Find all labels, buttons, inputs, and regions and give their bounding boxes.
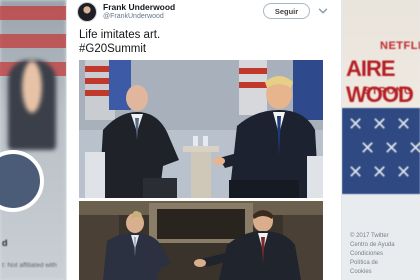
background-flag-stripe xyxy=(0,6,66,20)
background-flag-stripe xyxy=(0,34,66,48)
background-flag-canton: ✕ ✕ ✕ ✕ ✕ ✕ ✕ ✕ ✕ xyxy=(342,108,420,194)
footer-link: Política de xyxy=(350,260,379,266)
banner-tagline: STRONG xyxy=(364,86,413,97)
tweet-text-line: Life imitates art. xyxy=(79,29,161,41)
background-profile-name: d xyxy=(2,238,8,248)
banner-brand: NETFLIX xyxy=(380,40,420,52)
footer-link: © 2017 Twitter xyxy=(350,233,389,239)
tweet-photo-scene[interactable] xyxy=(79,201,323,280)
chevron-down-icon[interactable] xyxy=(318,6,328,16)
author-handle[interactable]: @FrankUnderwood xyxy=(103,13,164,20)
tweet-card: Frank Underwood @FrankUnderwood Seguir L… xyxy=(66,0,342,280)
background-profile-image xyxy=(8,60,56,150)
author-avatar[interactable] xyxy=(77,2,97,22)
tweet-header: Frank Underwood @FrankUnderwood Seguir xyxy=(67,0,343,26)
twitter-page: d t: Not affiliated with NETFLIX AIRE WO… xyxy=(0,0,420,280)
footer-link: Cookies xyxy=(350,269,372,275)
tweet-photo-summit[interactable] xyxy=(79,60,323,198)
footer-link: Centro de Ayuda xyxy=(350,242,395,248)
banner-title: AIRE WOOD xyxy=(346,56,414,107)
background-footer-links: © 2017 Twitter Centro de Ayuda Condicion… xyxy=(350,232,395,277)
tweet-text: Life imitates art. #G20Summit xyxy=(79,28,329,56)
follow-button[interactable]: Seguir xyxy=(263,3,310,19)
hashtag-link[interactable]: #G20Summit xyxy=(79,42,329,56)
footer-link: Condiciones xyxy=(350,251,384,257)
author-name[interactable]: Frank Underwood xyxy=(103,2,175,12)
background-header-banner: NETFLIX AIRE WOOD STRONG xyxy=(342,0,420,108)
background-profile-note: t: Not affiliated with xyxy=(2,262,57,269)
